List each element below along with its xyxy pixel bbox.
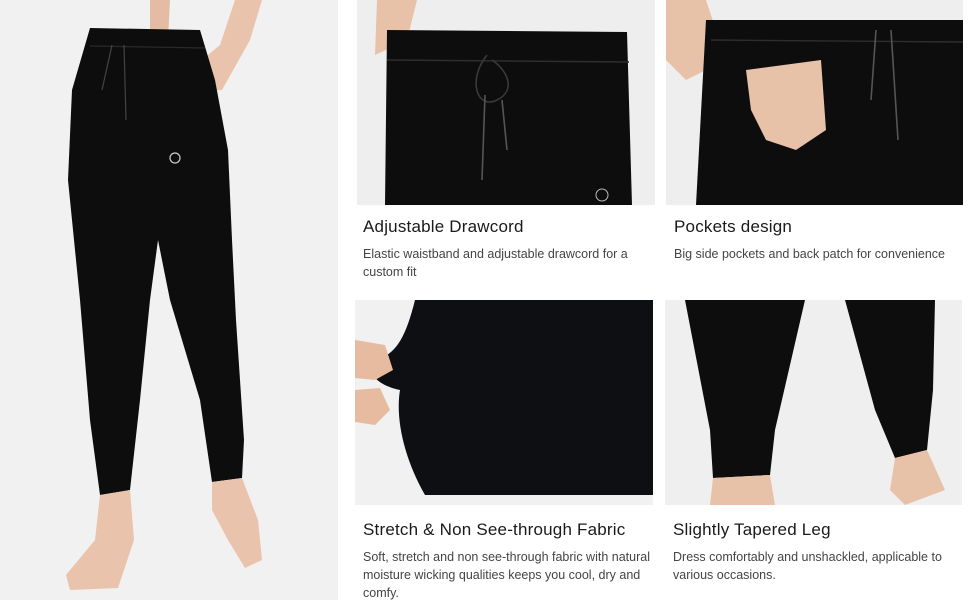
model-illustration (0, 0, 338, 600)
feature-title: Pockets design (674, 217, 793, 236)
main-product-photo (0, 0, 338, 600)
feature-title: Slightly Tapered Leg (673, 520, 831, 539)
leg-closeup-photo (665, 300, 962, 505)
feature-tapered-leg: Slightly Tapered Leg Dress comfortably a… (673, 520, 963, 584)
fabric-closeup-photo (355, 300, 653, 505)
feature-description: Big side pockets and back patch for conv… (674, 247, 946, 261)
feature-description: Soft, stretch and non see-through fabric… (363, 550, 650, 600)
feature-adjustable-drawcord: Adjustable Drawcord Elastic waistband an… (363, 217, 653, 281)
feature-stretch-fabric: Stretch & Non See-through Fabric Soft, s… (363, 520, 653, 602)
drawcord-closeup-photo (357, 0, 655, 205)
feature-description: Elastic waistband and adjustable drawcor… (363, 247, 628, 279)
pockets-closeup-photo (666, 0, 963, 205)
feature-title: Stretch & Non See-through Fabric (363, 520, 626, 539)
feature-title: Adjustable Drawcord (363, 217, 524, 236)
feature-description: Dress comfortably and unshackled, applic… (673, 550, 942, 582)
feature-pockets-design: Pockets design Big side pockets and back… (674, 217, 964, 263)
